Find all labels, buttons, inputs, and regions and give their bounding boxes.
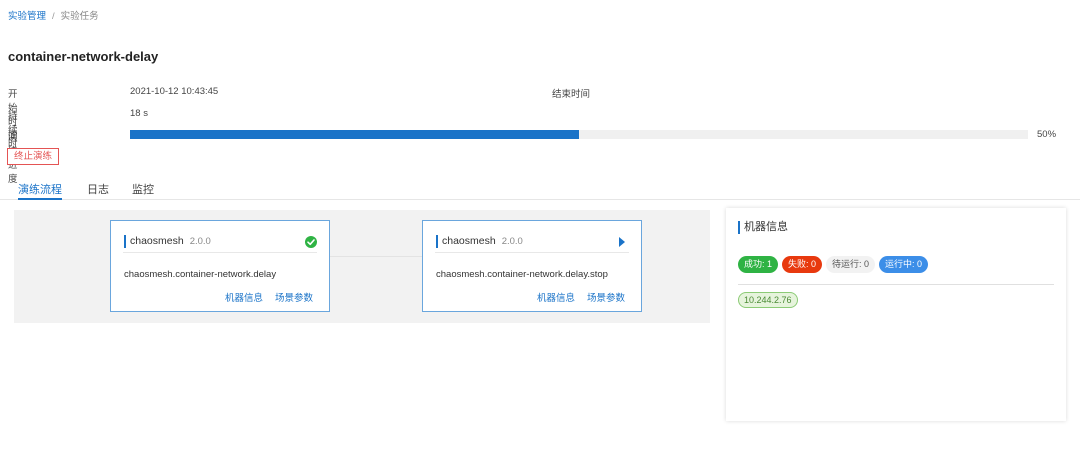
flow-node-header: chaosmesh 2.0.0 [436, 235, 523, 248]
stop-drill-button[interactable]: 终止演练 [7, 148, 60, 165]
tab-monitor[interactable]: 监控 [132, 181, 154, 200]
machine-info-link[interactable]: 机器信息 [537, 293, 575, 304]
flow-node-action: chaosmesh.container-network.delay [124, 269, 277, 280]
machine-panel-divider [738, 284, 1054, 285]
progress-bar-fill [130, 130, 579, 139]
flow-node-version: 2.0.0 [501, 236, 523, 247]
flow-node-links: 机器信息 场景参数 [525, 290, 625, 304]
progress-percent: 50% [1037, 129, 1057, 140]
success-check-icon [305, 236, 317, 248]
progress-bar [130, 130, 1028, 139]
breadcrumb: 实验管理 / 实验任务 [8, 8, 99, 22]
flow-node-action: chaosmesh.container-network.delay.stop [436, 269, 608, 280]
play-icon [619, 237, 625, 247]
flow-node-divider [435, 252, 629, 253]
success-count-badge[interactable]: 成功: 1 [738, 256, 779, 273]
tab-bar: 演练流程 日志 监控 [0, 178, 1080, 200]
flow-node-divider [123, 252, 317, 253]
flow-connector [330, 256, 422, 257]
flow-node-version: 2.0.0 [189, 236, 211, 247]
machine-info-link[interactable]: 机器信息 [225, 293, 263, 304]
breadcrumb-separator: / [52, 11, 55, 22]
fail-count-badge[interactable]: 失败: 0 [782, 256, 823, 273]
flow-node-name: chaosmesh [442, 235, 496, 247]
breadcrumb-current: 实验任务 [60, 11, 99, 22]
tab-drill-flow[interactable]: 演练流程 [18, 181, 62, 200]
scene-params-link[interactable]: 场景参数 [587, 293, 625, 304]
tab-logs[interactable]: 日志 [87, 181, 109, 200]
flow-node-links: 机器信息 场景参数 [213, 290, 313, 304]
machine-ip-tag[interactable]: 10.244.2.76 [738, 292, 798, 308]
machine-panel-title: 机器信息 [738, 221, 788, 234]
breadcrumb-link-experiment-management[interactable]: 实验管理 [8, 11, 46, 22]
flow-node-delay[interactable]: chaosmesh 2.0.0 chaosmesh.container-netwo… [110, 220, 330, 312]
scene-params-link[interactable]: 场景参数 [275, 293, 313, 304]
pending-count-badge[interactable]: 待运行: 0 [826, 256, 876, 273]
machine-info-panel: 机器信息 成功: 1 失败: 0 待运行: 0 运行中: 0 10.244.2.76 [726, 208, 1066, 421]
duration-value: 18 s [130, 108, 148, 119]
page-title: container-network-delay [8, 49, 159, 64]
end-time-label: 结束时间 [552, 89, 591, 100]
start-time-value: 2021-10-12 10:43:45 [130, 86, 219, 97]
machine-status-badges: 成功: 1 失败: 0 待运行: 0 运行中: 0 [738, 256, 932, 273]
flow-node-delay-stop[interactable]: chaosmesh 2.0.0 chaosmesh.container-netwo… [422, 220, 642, 312]
flow-node-header: chaosmesh 2.0.0 [124, 235, 211, 248]
running-count-badge[interactable]: 运行中: 0 [879, 256, 929, 273]
flow-node-name: chaosmesh [130, 235, 184, 247]
